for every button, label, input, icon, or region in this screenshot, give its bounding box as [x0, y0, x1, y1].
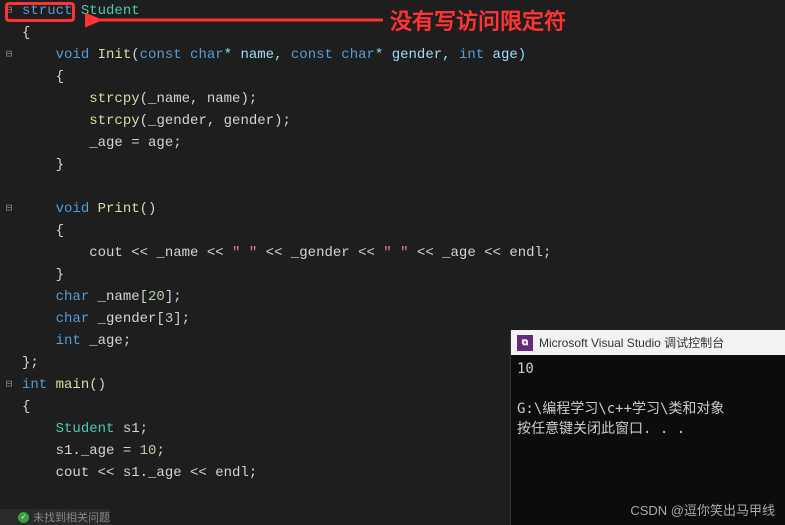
highlight-box [5, 2, 75, 22]
fold-icon[interactable]: ⊟ [0, 198, 18, 220]
debug-console-window[interactable]: ⧉ Microsoft Visual Studio 调试控制台 10 G:\编程… [510, 330, 785, 525]
status-text: 未找到相关问题 [33, 509, 110, 525]
check-icon: ✓ [18, 512, 29, 523]
fold-icon[interactable]: ⊟ [0, 374, 18, 396]
arrow-left-icon [85, 12, 385, 32]
console-output: 10 G:\编程学习\c++学习\类和对象 按任意键关闭此窗口. . . [511, 355, 785, 443]
status-bar: ✓ 未找到相关问题 [0, 509, 110, 525]
console-titlebar[interactable]: ⧉ Microsoft Visual Studio 调试控制台 [511, 330, 785, 355]
annotation-text: 没有写访问限定符 [390, 4, 566, 36]
fold-gutter: ⊟ ⊟ ⊟ ⊟ [0, 0, 18, 525]
console-title-text: Microsoft Visual Studio 调试控制台 [539, 334, 724, 351]
watermark-text: CSDN @逗你笑出马甲线 [630, 500, 775, 519]
fold-icon[interactable]: ⊟ [0, 44, 18, 66]
visual-studio-icon: ⧉ [517, 335, 533, 351]
